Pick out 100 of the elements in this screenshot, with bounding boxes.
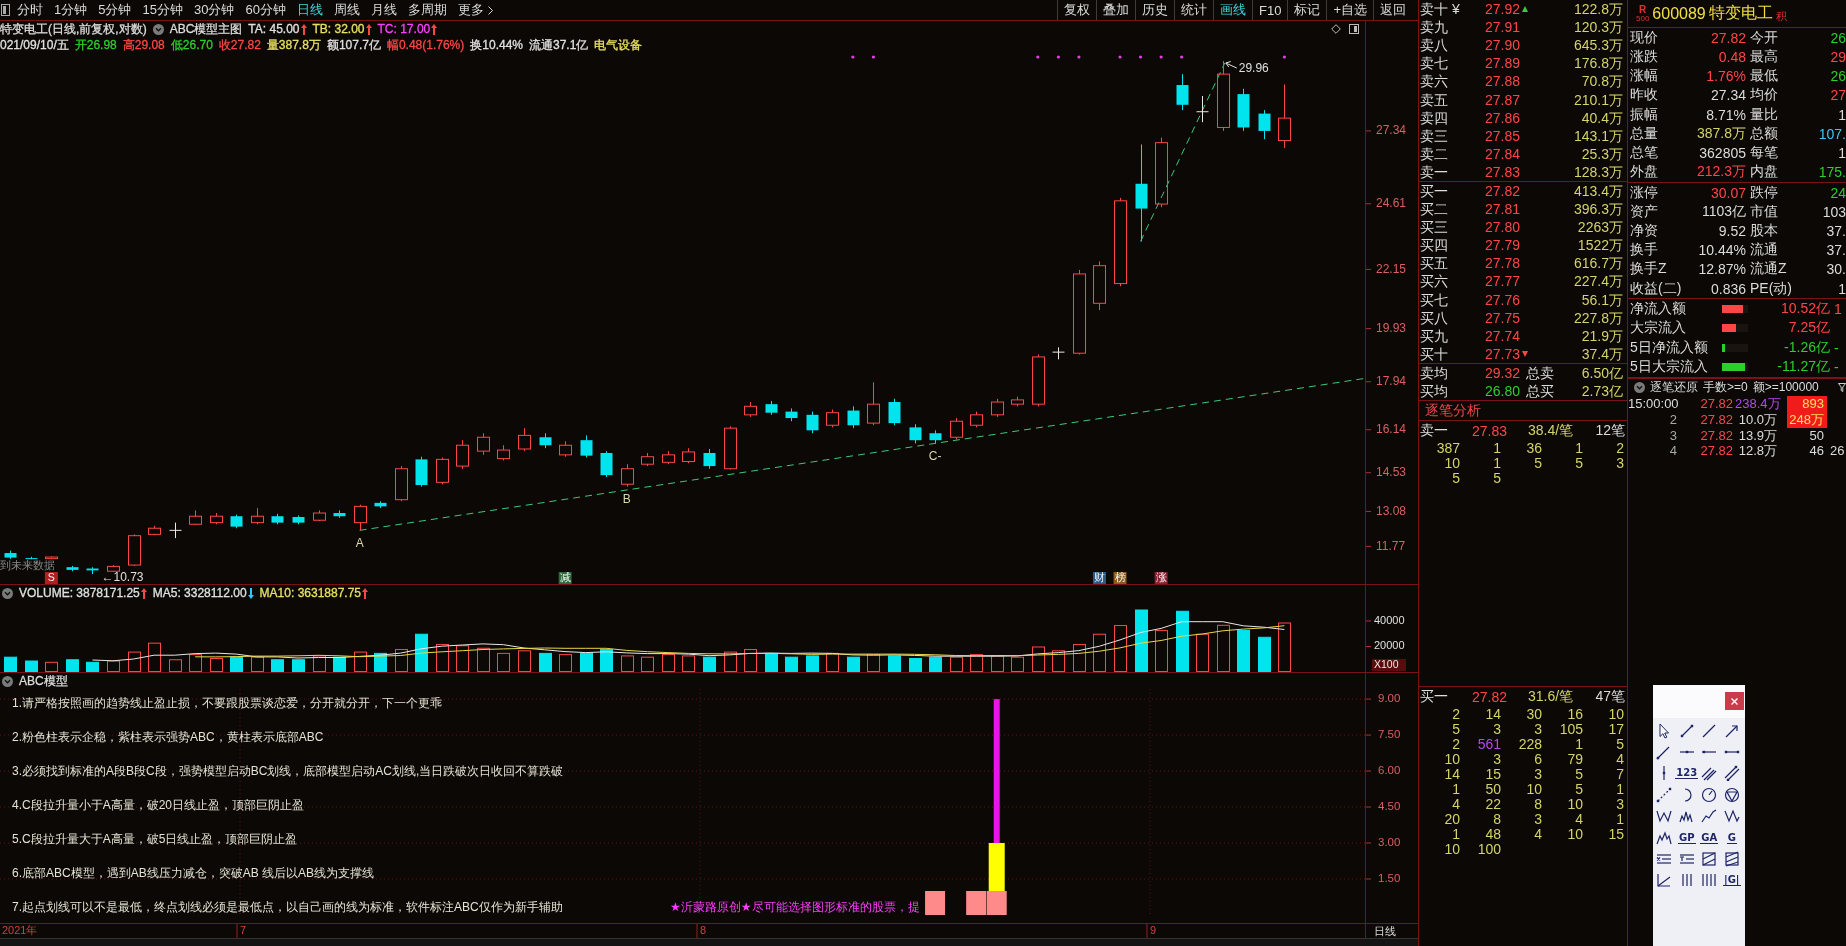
event-marker[interactable]: 涨 bbox=[1154, 571, 1168, 584]
level-price: 27.73 bbox=[1483, 344, 1520, 363]
level-label: 买二 bbox=[1420, 200, 1449, 219]
rising-candle bbox=[497, 444, 510, 461]
tick-cell-text: 2 bbox=[1451, 737, 1460, 753]
level-volume: 176.8万 bbox=[1572, 54, 1623, 73]
tool-button[interactable]: GA bbox=[1700, 831, 1719, 844]
circle-icon[interactable] bbox=[1723, 786, 1740, 803]
trade-volume: 13.9万 bbox=[1737, 427, 1777, 444]
panel-icon[interactable] bbox=[1, 4, 10, 16]
volume-bar bbox=[1237, 629, 1250, 672]
volume-bar bbox=[292, 659, 305, 672]
rising-candle bbox=[354, 504, 367, 531]
tick-cell-text: 16 bbox=[1566, 707, 1583, 723]
level-price: 27.89 bbox=[1483, 54, 1520, 73]
event-marker[interactable]: 榜 bbox=[1113, 571, 1127, 584]
stat-value: 1 bbox=[1837, 280, 1846, 297]
tool-button[interactable]: GP bbox=[1677, 831, 1696, 844]
trade-price: 27.82 bbox=[1699, 411, 1734, 428]
event-marker[interactable]: 减 bbox=[558, 571, 572, 584]
volume-bar bbox=[128, 651, 141, 672]
filter-icon[interactable] bbox=[1838, 383, 1846, 393]
trade-time: 4 bbox=[1668, 443, 1677, 460]
period-tab[interactable]: 分时 bbox=[13, 1, 47, 19]
zigzag-icon[interactable] bbox=[1701, 808, 1718, 825]
diamond-icon[interactable] bbox=[1331, 24, 1341, 34]
summary-label: 总买 bbox=[1525, 382, 1555, 400]
bars-icon[interactable] bbox=[1701, 872, 1718, 889]
level-label: 买六 bbox=[1420, 272, 1449, 291]
level-volume: 37.4万 bbox=[1580, 344, 1623, 363]
legend-label: VOLUME: 3878171.25 bbox=[19, 586, 140, 600]
period-tab[interactable]: 15分钟 bbox=[138, 1, 187, 19]
toolbar-button[interactable]: 返回 bbox=[1373, 0, 1412, 20]
toolbar-button[interactable]: 复权 bbox=[1057, 0, 1096, 20]
toolbar-button[interactable]: 画线 bbox=[1213, 0, 1252, 20]
parallel-lines-icon[interactable] bbox=[1701, 765, 1718, 782]
chevron-circle-icon[interactable] bbox=[2, 675, 13, 687]
volume-bar bbox=[1114, 625, 1127, 672]
parallel-lines-icon[interactable] bbox=[1723, 765, 1740, 782]
period-tab[interactable]: 日线 bbox=[292, 1, 327, 19]
toolbar-button[interactable]: F10 bbox=[1252, 0, 1288, 20]
volume-bar bbox=[1011, 656, 1024, 672]
hatched-rectangle-icon[interactable] bbox=[1701, 851, 1718, 868]
chevron-circle-icon[interactable] bbox=[1634, 382, 1645, 394]
chevron-circle-icon[interactable] bbox=[152, 23, 164, 35]
tool-button[interactable]: 123 bbox=[1675, 767, 1699, 780]
filter-label[interactable]: 手数>=0 bbox=[1703, 379, 1748, 397]
note-text: 4.C段拉升量小于A高量，破20日线止盈，顶部巨阴止盈 bbox=[12, 797, 305, 813]
close-button[interactable] bbox=[1725, 692, 1744, 710]
volume-bar bbox=[1258, 636, 1271, 672]
hatched-rectangle-icon[interactable] bbox=[1723, 851, 1740, 868]
arrow-icon[interactable] bbox=[1723, 722, 1740, 739]
indicator-parameter: TB: 32.00 bbox=[312, 22, 365, 36]
period-tab[interactable]: 30分钟 bbox=[189, 1, 239, 19]
toolbar-button[interactable]: 统计 bbox=[1174, 0, 1213, 20]
tick-cell-text: 3 bbox=[1492, 722, 1501, 738]
tool-button[interactable]: |G| bbox=[1723, 874, 1741, 887]
summary-price: 26.80 bbox=[1483, 382, 1520, 400]
angle-icon[interactable] bbox=[1656, 872, 1673, 889]
zigzag-icon[interactable] bbox=[1656, 808, 1673, 825]
chevron-circle-icon[interactable] bbox=[2, 587, 13, 599]
level-label: 卖四 bbox=[1420, 108, 1449, 127]
dot-icon bbox=[1180, 55, 1184, 59]
price-label: 29.96 bbox=[1238, 61, 1269, 76]
quote-value: 低26.70 bbox=[170, 36, 213, 54]
period-tab[interactable]: 5分钟 bbox=[94, 1, 136, 19]
toolbar-button[interactable]: +自选 bbox=[1326, 0, 1373, 20]
circle-icon[interactable] bbox=[1701, 786, 1718, 803]
panel-icon[interactable] bbox=[1349, 24, 1359, 34]
level-label: 卖三 bbox=[1420, 126, 1449, 145]
event-marker[interactable]: 财 bbox=[1092, 571, 1106, 584]
volume-bar bbox=[970, 654, 983, 672]
tool-button[interactable]: G bbox=[1726, 831, 1737, 844]
volume-bar bbox=[169, 659, 182, 672]
line-icon[interactable] bbox=[1678, 722, 1695, 739]
level-volume: 413.4万 bbox=[1572, 182, 1623, 200]
period-tab[interactable]: 周线 bbox=[329, 1, 364, 19]
period-tab[interactable]: 1分钟 bbox=[50, 1, 92, 19]
dashed-line-icon[interactable] bbox=[1656, 786, 1673, 803]
zigzag-icon[interactable] bbox=[1656, 829, 1673, 846]
level-label: 买九 bbox=[1420, 326, 1449, 345]
legend-label: MA5: 3328112.00 bbox=[152, 586, 247, 600]
stat-value: 0.48 bbox=[1717, 48, 1746, 65]
filter-label[interactable]: 额>=100000 bbox=[1752, 379, 1819, 397]
stat-value: 175. bbox=[1817, 164, 1846, 181]
line-icon[interactable] bbox=[1701, 722, 1718, 739]
stat-label: 净资 bbox=[1630, 221, 1659, 240]
period-tab[interactable]: 更多 bbox=[453, 1, 497, 19]
falling-candle bbox=[374, 500, 387, 509]
toolbar-button[interactable]: 标记 bbox=[1287, 0, 1327, 20]
period-tab[interactable]: 月线 bbox=[366, 1, 401, 19]
tick-cell-text: 10 bbox=[1566, 797, 1583, 813]
dot-icon bbox=[851, 55, 855, 59]
chart-title: 特变电工(日线,前复权,对数) bbox=[0, 21, 147, 38]
zigzag-icon[interactable] bbox=[1723, 808, 1740, 825]
event-marker[interactable]: S bbox=[44, 571, 58, 584]
period-tab[interactable]: 多周期 bbox=[403, 1, 451, 19]
period-tab[interactable]: 60分钟 bbox=[241, 1, 290, 19]
toolbar-button[interactable]: 叠加 bbox=[1096, 0, 1135, 20]
toolbar-button[interactable]: 历史 bbox=[1135, 0, 1174, 20]
